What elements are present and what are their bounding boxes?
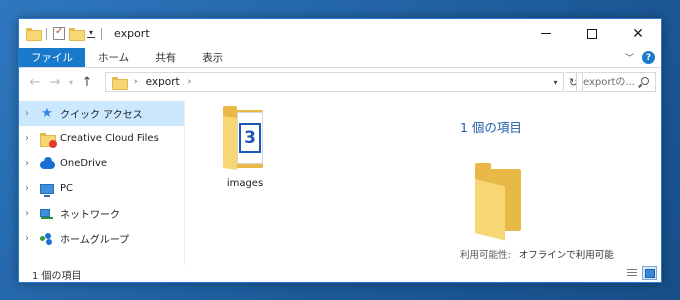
title-bar: ▾ export ✕ xyxy=(19,19,661,48)
tab-file[interactable]: ファイル xyxy=(19,48,85,67)
breadcrumb-item[interactable]: export xyxy=(146,76,180,88)
maximize-icon xyxy=(587,28,597,39)
expand-chevron-icon[interactable]: › xyxy=(25,133,39,144)
folder-icon xyxy=(112,76,128,90)
new-folder-icon[interactable] xyxy=(69,28,85,41)
minimize-icon xyxy=(541,33,551,34)
nav-item-onedrive[interactable]: › OneDrive xyxy=(19,151,184,176)
toolbar-separator xyxy=(101,27,103,40)
up-arrow-icon[interactable]: ↑ xyxy=(77,75,97,90)
expand-chevron-icon[interactable]: › xyxy=(25,108,39,119)
computer-icon xyxy=(39,182,55,197)
folder-item-label: images xyxy=(226,178,264,189)
nav-item-quick-access[interactable]: › ★ クイック アクセス xyxy=(19,101,184,126)
status-bar: 1 個の項目 xyxy=(19,265,661,283)
minimize-button[interactable] xyxy=(523,19,569,48)
expand-chevron-icon[interactable]: › xyxy=(25,233,39,244)
details-pane: 1 個の項目 利用可能性: オフラインで利用可能 xyxy=(445,101,661,265)
details-view-icon xyxy=(626,269,637,277)
search-icon[interactable] xyxy=(641,77,649,85)
search-box[interactable] xyxy=(576,72,656,92)
folder-icon xyxy=(26,28,42,41)
availability-label: 利用可能性: xyxy=(460,250,511,261)
availability-value: オフラインで利用可能 xyxy=(518,250,614,261)
explorer-window: ▾ export ✕ ファイル ホーム 共有 表示 ﹀ ? ← → ▾ ↑ › … xyxy=(18,18,662,283)
forward-arrow-icon[interactable]: → xyxy=(45,75,65,90)
window-title: export xyxy=(114,27,150,40)
expand-ribbon-chevron-icon[interactable]: ﹀ xyxy=(625,51,634,64)
homegroup-icon xyxy=(39,232,55,246)
close-icon: ✕ xyxy=(632,25,644,42)
toolbar-separator xyxy=(46,27,47,40)
item-count: 1 個の項目 xyxy=(32,270,82,282)
network-icon xyxy=(39,207,55,221)
creative-cloud-folder-icon xyxy=(39,132,57,148)
view-switcher xyxy=(624,266,657,280)
nav-item-creative-cloud-files[interactable]: › Creative Cloud Files xyxy=(19,126,184,151)
nav-item-label: PC xyxy=(60,183,74,194)
search-input[interactable] xyxy=(583,76,637,88)
details-view-button[interactable] xyxy=(624,266,639,280)
nav-item-network[interactable]: › ネットワーク xyxy=(19,201,184,226)
expand-chevron-icon[interactable]: › xyxy=(25,183,39,194)
quick-access-toolbar: ▾ xyxy=(19,26,104,41)
address-dropdown-chevron-icon[interactable]: ▾ xyxy=(547,73,563,91)
large-icons-view-icon xyxy=(644,268,655,278)
address-bar[interactable]: › export › ▾ xyxy=(105,72,564,92)
breadcrumb-chevron-icon[interactable]: › xyxy=(134,77,138,87)
folder-icon: 3 xyxy=(221,106,269,172)
tab-share[interactable]: 共有 xyxy=(142,48,189,67)
nav-item-label: ホームグループ xyxy=(60,235,130,246)
ribbon-right-controls: ﹀ ? xyxy=(625,48,661,67)
folder-preview-icon xyxy=(475,163,523,241)
breadcrumb-chevron-icon[interactable]: › xyxy=(188,77,192,87)
navigation-bar: ← → ▾ ↑ › export › ▾ ↻ xyxy=(19,69,661,95)
nav-item-label: Creative Cloud Files xyxy=(60,133,159,144)
folder-item[interactable]: 3 images xyxy=(217,106,273,189)
maximize-button[interactable] xyxy=(569,19,615,48)
back-arrow-icon[interactable]: ← xyxy=(25,75,45,90)
window-controls: ✕ xyxy=(523,19,661,48)
customize-toolbar-chevron-icon[interactable]: ▾ xyxy=(87,28,96,38)
properties-icon[interactable] xyxy=(53,26,65,40)
ribbon-tabs: ファイル ホーム 共有 表示 ﹀ ? xyxy=(19,48,661,68)
help-icon[interactable]: ? xyxy=(642,51,655,64)
file-list: 3 images xyxy=(186,101,444,265)
details-title: 1 個の項目 xyxy=(460,120,522,135)
tab-view[interactable]: 表示 xyxy=(189,48,236,67)
close-button[interactable]: ✕ xyxy=(615,19,661,48)
nav-item-pc[interactable]: › PC xyxy=(19,176,184,201)
nav-item-homegroup[interactable]: › ホームグループ xyxy=(19,226,184,251)
tab-home[interactable]: ホーム xyxy=(85,48,142,67)
cloud-icon xyxy=(39,157,55,171)
star-icon: ★ xyxy=(41,106,53,121)
nav-item-label: OneDrive xyxy=(60,158,108,169)
navigation-pane: › ★ クイック アクセス › Creative Cloud Files › O… xyxy=(19,101,185,265)
expand-chevron-icon[interactable]: › xyxy=(25,158,39,169)
large-icons-view-button[interactable] xyxy=(642,266,657,280)
nav-item-label: クイック アクセス xyxy=(60,110,143,121)
expand-chevron-icon[interactable]: › xyxy=(25,208,39,219)
recent-locations-chevron-icon[interactable]: ▾ xyxy=(65,78,77,87)
availability-row: 利用可能性: オフラインで利用可能 xyxy=(460,247,614,261)
nav-item-label: ネットワーク xyxy=(60,210,120,221)
